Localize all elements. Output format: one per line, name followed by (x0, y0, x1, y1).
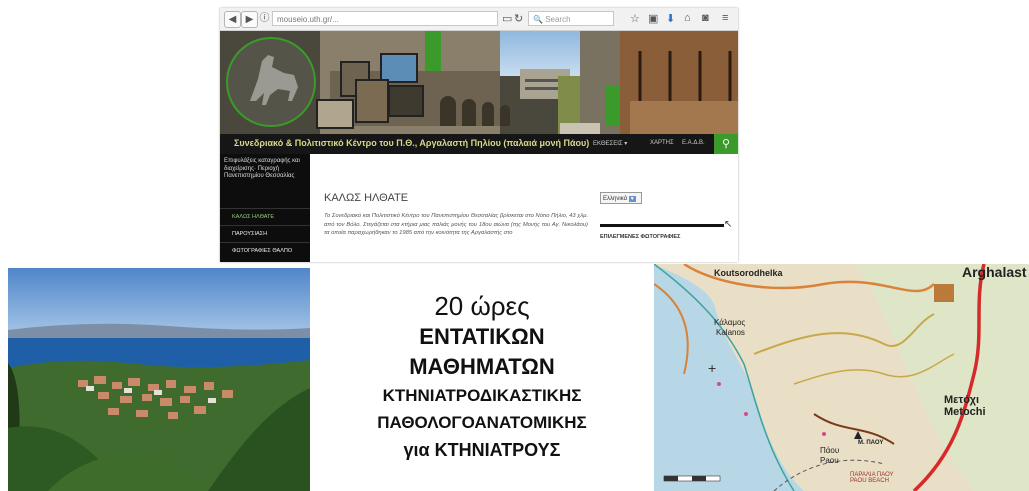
divider (600, 224, 724, 227)
forward-icon[interactable]: ▶ (241, 11, 258, 28)
title-line-5: ΠΑΘΟΛΟΓΟΑΝΑΤΟΜΙΚΗΣ (377, 413, 587, 432)
map-label-kalamos-gr: Κάλαμος (714, 318, 746, 327)
chevron-down-icon: ▼ (628, 196, 636, 202)
sidebar-item-presentation[interactable]: ΠΑΡΟΥΣΙΑΣΗ (220, 225, 310, 241)
title-line-2: ΕΝΤΑΤΙΚΩΝ (419, 324, 545, 349)
nav-maps[interactable]: ΧΑΡΤΗΣ (650, 140, 674, 146)
bookmark-star-icon[interactable]: ☆ (630, 12, 640, 25)
mouse-cursor-icon: ↖ (724, 219, 733, 230)
search-input[interactable]: 🔍 Search (528, 11, 614, 26)
nav-search-icon[interactable]: ⚲ (714, 134, 738, 154)
logo-circle (226, 37, 316, 127)
website-screenshot: ◀ ▶ ⓘ mouseio.uth.gr/... ▭ ↻ 🔍 Search ☆ … (220, 8, 738, 262)
nav-eadb[interactable]: Ε.Α.Δ.Β. (682, 140, 705, 146)
library-icon[interactable]: ▣ (648, 12, 658, 25)
reload-icon[interactable]: ↻ (514, 12, 523, 25)
site-navbar: Συνεδριακό & Πολιτιστικό Κέντρο του Π.Θ.… (220, 134, 738, 154)
map-label-paou-gr: Πάου (820, 446, 840, 455)
home-icon[interactable]: ⌂ (684, 12, 691, 24)
welcome-heading: ΚΑΛΩΣ ΗΛΘΑΤΕ (324, 192, 409, 204)
back-icon[interactable]: ◀ (224, 11, 241, 28)
featured-photos-heading: ΕΠΙΛΕΓΜΕΝΕΣ ΦΩΤΟΓΡΑΦΙΕΣ (600, 234, 681, 240)
title-line-4: ΚΤΗΝΙΑΤΡΟΔΙΚΑΣΤΙΚΗΣ (382, 386, 582, 405)
title-line-3: ΜΑΘΗΜΑΤΩΝ (409, 354, 555, 379)
map-label-argalasti: Arghalast (962, 264, 1027, 280)
download-icon[interactable]: ⬇ (666, 12, 675, 25)
map-label-metochi: Metochi (944, 406, 986, 418)
thumbnail-photo-4 (316, 99, 354, 129)
course-title: 20 ώρες ΕΝΤΑΤΙΚΩΝ ΜΑΘΗΜΑΤΩΝ ΚΤΗΝΙΑΤΡΟΔΙΚ… (312, 290, 652, 465)
title-line-6: για ΚΤΗΝΙΑΤΡΟΥΣ (403, 440, 561, 460)
map-label-beach: ΠΑΡΑΛΙΑ ΠΑΟΥ PAOU BEACH (850, 472, 894, 484)
site-sidebar: Επιφυλάξεις καταγραφής και διαχείρισης· … (220, 154, 310, 262)
map-label-paou: Paou (820, 456, 839, 465)
welcome-text: Το Συνεδριακό και Πολιτιστικό Κέντρο του… (324, 213, 588, 237)
language-value: Ελληνικά (603, 196, 628, 202)
thumbnail-photo-3 (355, 79, 389, 123)
search-placeholder: Search (545, 15, 571, 24)
map-label-koutsorodhelka: Koutsorodhelka (714, 268, 783, 278)
map-label-metochi-gr: Μετόχι (944, 394, 980, 406)
header-banner (220, 31, 738, 134)
crosshair-icon: + (708, 360, 717, 376)
nav-events[interactable]: ΕΚΘΕΣΕΙΣ ▾ (593, 140, 627, 147)
map-label-kalamos: Kalanos (716, 328, 745, 337)
village-photo (8, 268, 310, 491)
title-line-1: 20 ώρες (434, 291, 530, 321)
sidebar-item-photos[interactable]: ΦΩΤΟΓΡΑΦΙΕΣ ΘΑΛΠΟ (220, 242, 310, 258)
sidebar-description: Επιφυλάξεις καταγραφής και διαχείρισης· … (224, 158, 300, 180)
browser-toolbar: ◀ ▶ ⓘ mouseio.uth.gr/... ▭ ↻ 🔍 Search ☆ … (220, 8, 738, 31)
reader-icon[interactable]: ▭ (502, 12, 512, 25)
pocket-icon[interactable]: ◙ (702, 12, 709, 24)
map-drawing (654, 264, 1029, 491)
site-title[interactable]: Συνεδριακό & Πολιτιστικό Κέντρο του Π.Θ.… (234, 138, 589, 148)
map-label-monastery: Μ. ΠΑΟΥ (858, 440, 884, 446)
centaur-logo-icon (250, 55, 298, 105)
language-select[interactable]: Ελληνικά ▼ (600, 192, 642, 204)
menu-icon[interactable]: ≡ (722, 12, 728, 24)
area-map: Arghalast Koutsorodhelka Κάλαμος Kalanos… (654, 264, 1029, 491)
thumbnail-photo-5 (388, 85, 424, 117)
info-icon: ⓘ (259, 13, 270, 24)
site-main-content: ΚΑΛΩΣ ΗΛΘΑΤΕ Το Συνεδριακό και Πολιτιστι… (310, 154, 738, 262)
sidebar-item-welcome[interactable]: ΚΑΛΩΣ ΗΛΘΑΤΕ (220, 208, 310, 224)
url-bar[interactable]: mouseio.uth.gr/... (272, 11, 498, 26)
